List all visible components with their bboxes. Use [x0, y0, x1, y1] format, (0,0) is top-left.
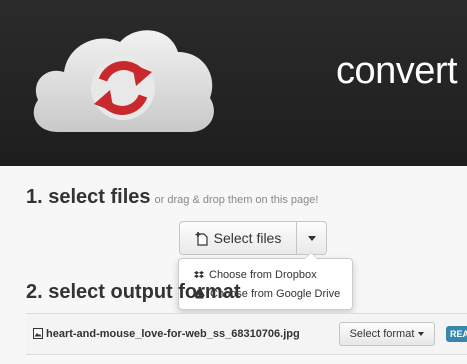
select-files-button[interactable]: Select files: [179, 221, 297, 255]
file-row: heart-and-mouse_love-for-web_ss_68310706…: [26, 313, 467, 355]
file-name: heart-and-mouse_love-for-web_ss_68310706…: [46, 328, 300, 340]
step1-heading: 1. select files or drag & drop them on th…: [26, 186, 318, 209]
status-badge: READY: [446, 326, 467, 342]
select-files-dropdown-toggle[interactable]: [297, 221, 327, 255]
step1-title: 1. select files: [26, 186, 151, 208]
caret-down-icon: [307, 235, 316, 241]
select-format-label: Select format: [349, 328, 415, 340]
cloudconvert-logo: [33, 30, 214, 132]
image-file-icon: [33, 328, 43, 339]
caret-down-icon: [418, 332, 425, 336]
select-files-label: Select files: [213, 230, 282, 246]
app-header: convert: [0, 0, 467, 166]
select-files-group: Select files: [179, 221, 327, 255]
step2-title: 2. select output format: [26, 281, 241, 303]
select-format-button[interactable]: Select format: [339, 322, 435, 346]
step1-hint: or drag & drop them on this page!: [154, 194, 319, 206]
dropbox-label: Choose from Dropbox: [209, 268, 317, 281]
brand-name: convert: [336, 50, 458, 92]
add-file-icon: [195, 231, 208, 246]
dropbox-icon: [194, 270, 204, 278]
